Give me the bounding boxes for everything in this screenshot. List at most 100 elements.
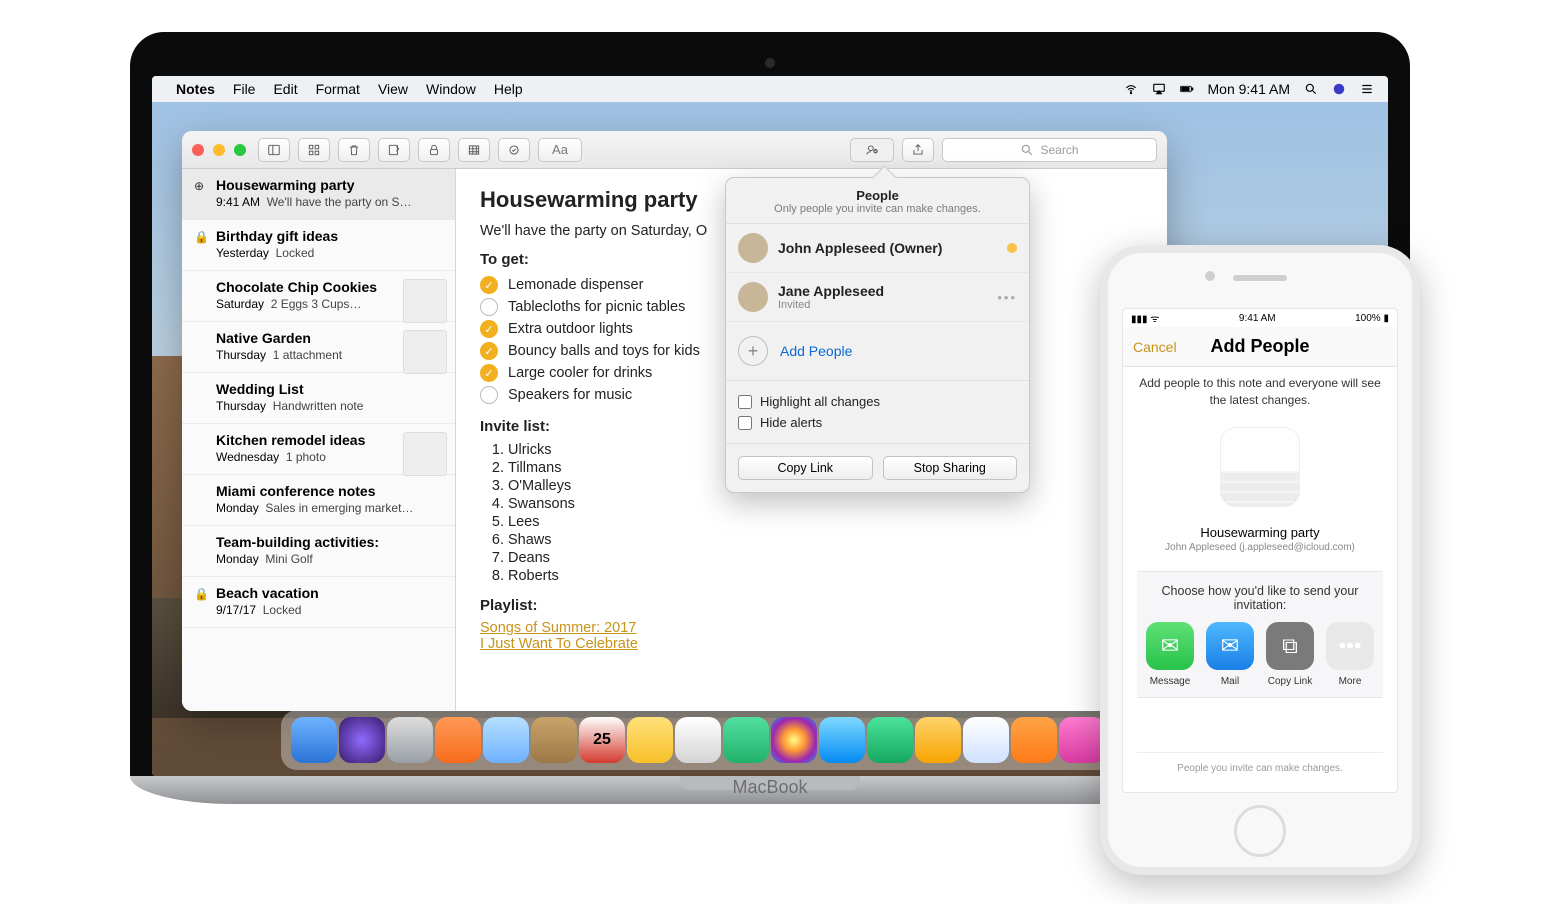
playlist-link[interactable]: I Just Want To Celebrate	[480, 636, 638, 652]
list-item-title: Kitchen remodel ideas	[216, 432, 395, 448]
collaborate-button[interactable]	[850, 138, 894, 162]
more-icon[interactable]: •••	[997, 290, 1017, 305]
hide-alerts-checkbox[interactable]: Hide alerts	[738, 412, 1017, 433]
dock-siri[interactable]	[339, 717, 385, 763]
dock-numbers[interactable]	[963, 717, 1009, 763]
list-item[interactable]: Wedding ListThursday Handwritten note	[182, 373, 455, 424]
dock-photos[interactable]	[771, 717, 817, 763]
cancel-button[interactable]: Cancel	[1133, 339, 1177, 355]
dock-finder[interactable]	[291, 717, 337, 763]
iphone-screen: ▮▮▮ ᯤ 9:41 AM 100% ▮ Cancel Add People A…	[1122, 308, 1398, 793]
invite-list-item: Shaws	[508, 531, 1143, 549]
stop-sharing-button[interactable]: Stop Sharing	[883, 456, 1018, 480]
dock-reminders[interactable]	[675, 717, 721, 763]
share-action-link[interactable]: ⧉Copy Link	[1263, 622, 1317, 687]
notes-list[interactable]: ⊕Housewarming party9:41 AM We'll have th…	[182, 169, 456, 711]
battery-icon: ▮	[1383, 313, 1389, 324]
home-button[interactable]	[1234, 805, 1286, 857]
share-action-mail[interactable]: ✉Mail	[1203, 622, 1257, 687]
list-item[interactable]: Miami conference notesMonday Sales in em…	[182, 475, 455, 526]
battery-icon[interactable]	[1180, 82, 1194, 96]
dock-launchpad[interactable]	[387, 717, 433, 763]
delete-button[interactable]	[338, 138, 370, 162]
share-button-toolbar[interactable]	[902, 138, 934, 162]
list-item[interactable]: Native GardenThursday 1 attachment	[182, 322, 455, 373]
iphone-time: 9:41 AM	[1239, 313, 1276, 324]
dock-notes[interactable]	[627, 717, 673, 763]
shared-person[interactable]: John Appleseed (Owner)	[726, 224, 1029, 273]
dock-facetime[interactable]	[867, 717, 913, 763]
playlist-heading: Playlist:	[480, 597, 1143, 614]
checkbox-icon: ✓	[480, 320, 498, 338]
siri-icon[interactable]	[1332, 82, 1346, 96]
dock-contacts[interactable]	[531, 717, 577, 763]
list-item[interactable]: 🔒Birthday gift ideasYesterday Locked	[182, 220, 455, 271]
dock-mail[interactable]	[483, 717, 529, 763]
link-icon: ⧉	[1266, 622, 1314, 670]
playlist-link[interactable]: Songs of Summer: 2017	[480, 620, 636, 636]
notification-center-icon[interactable]	[1360, 82, 1374, 96]
thumbnail	[403, 432, 447, 476]
new-note-button[interactable]	[378, 138, 410, 162]
status-dot-icon	[1007, 243, 1017, 253]
dock-itunes[interactable]	[1059, 717, 1105, 763]
menu-help[interactable]: Help	[494, 81, 523, 97]
checklist-button[interactable]	[498, 138, 530, 162]
search-input[interactable]: Search	[942, 138, 1157, 162]
notes-toolbar: Aa Search	[182, 131, 1167, 169]
dock-safari[interactable]	[435, 717, 481, 763]
iphone-note-title: Housewarming party	[1137, 525, 1383, 540]
airplay-icon[interactable]	[1152, 82, 1166, 96]
msg-icon: ✉	[1146, 622, 1194, 670]
menubar-clock[interactable]: Mon 9:41 AM	[1208, 81, 1291, 97]
copy-link-button[interactable]: Copy Link	[738, 456, 873, 480]
signal-icon: ▮▮▮ ᯤ	[1131, 311, 1159, 325]
list-item[interactable]: ⊕Housewarming party9:41 AM We'll have th…	[182, 169, 455, 220]
share-action-msg[interactable]: ✉Message	[1143, 622, 1197, 687]
table-button[interactable]	[458, 138, 490, 162]
list-item-title: Miami conference notes	[216, 483, 443, 499]
invite-list-item: Swansons	[508, 495, 1143, 513]
share-action-more[interactable]: •••More	[1323, 622, 1377, 687]
dock-messages[interactable]	[819, 717, 865, 763]
menu-edit[interactable]: Edit	[273, 81, 297, 97]
checkbox-icon	[480, 298, 498, 316]
spotlight-icon[interactable]	[1304, 82, 1318, 96]
share-title: People	[738, 188, 1017, 203]
macbook-label: MacBook	[732, 777, 807, 798]
list-item-title: Wedding List	[216, 381, 443, 397]
iphone-footer: People you invite can make changes.	[1137, 752, 1383, 784]
dock-keynote[interactable]	[1011, 717, 1057, 763]
add-people-button[interactable]: + Add People	[726, 322, 1029, 381]
shared-person[interactable]: Jane AppleseedInvited •••	[726, 273, 1029, 322]
list-item[interactable]: Chocolate Chip CookiesSaturday 2 Eggs 3 …	[182, 271, 455, 322]
menubar-app[interactable]: Notes	[176, 81, 215, 97]
list-item[interactable]: Kitchen remodel ideasWednesday 1 photo	[182, 424, 455, 475]
lock-button[interactable]	[418, 138, 450, 162]
share-popover: People Only people you invite can make c…	[725, 177, 1030, 493]
share-subtitle: Only people you invite can make changes.	[738, 203, 1017, 215]
dock-maps[interactable]	[723, 717, 769, 763]
list-item[interactable]: Team-building activities:Monday Mini Gol…	[182, 526, 455, 577]
iphone-note-owner: John Appleseed (j.appleseed@icloud.com)	[1137, 542, 1383, 553]
menu-view[interactable]: View	[378, 81, 408, 97]
wifi-icon[interactable]	[1124, 82, 1138, 96]
menu-format[interactable]: Format	[316, 81, 360, 97]
grid-view-button[interactable]	[298, 138, 330, 162]
search-placeholder: Search	[1040, 143, 1078, 157]
invite-list-item: Lees	[508, 513, 1143, 531]
list-item-title: Beach vacation	[216, 585, 443, 601]
dock-pages[interactable]	[915, 717, 961, 763]
sidebar-toggle-button[interactable]	[258, 138, 290, 162]
format-button[interactable]: Aa	[538, 138, 582, 162]
search-icon	[1020, 143, 1034, 157]
iphone-statusbar: ▮▮▮ ᯤ 9:41 AM 100% ▮	[1123, 309, 1397, 327]
iphone-battery-label: 100%	[1355, 313, 1381, 324]
list-item[interactable]: 🔒Beach vacation9/17/17 Locked	[182, 577, 455, 628]
traffic-lights[interactable]	[192, 144, 246, 156]
share-icon: ⊕	[194, 179, 204, 193]
menu-window[interactable]: Window	[426, 81, 476, 97]
menu-file[interactable]: File	[233, 81, 256, 97]
dock-calendar[interactable]: 25	[579, 717, 625, 763]
highlight-changes-checkbox[interactable]: Highlight all changes	[738, 391, 1017, 412]
